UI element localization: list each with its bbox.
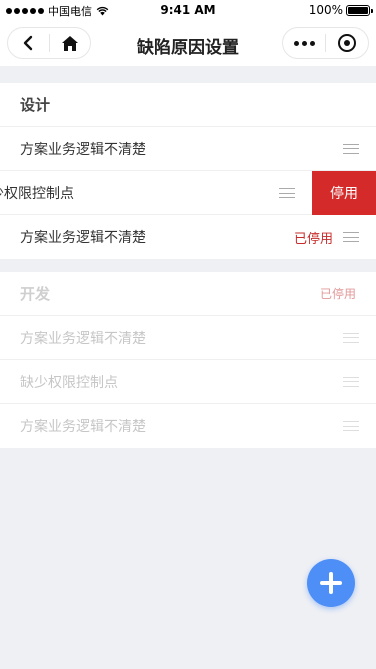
list-item[interactable]: 缺少权限控制点 [0,360,376,404]
item-right [343,376,359,387]
item-label: 方案业务逻辑不清楚 [20,141,146,158]
more-button[interactable] [283,28,325,58]
status-right: 100% [308,3,373,17]
nav-bar: 缺陷原因设置 [0,20,376,66]
item-right [343,332,359,343]
item-label: 缺少权限控制点 [20,374,118,391]
drag-handle-icon[interactable] [343,421,359,431]
drag-handle-icon[interactable] [343,232,359,242]
list-item-swiped[interactable]: 少权限控制点 停用 [0,171,376,215]
group-header: 开发 已停用 [0,272,376,316]
list-item[interactable]: 方案业务逻辑不清楚 [0,404,376,448]
battery-icon [346,4,373,16]
add-button[interactable] [307,559,355,607]
list-item[interactable]: 方案业务逻辑不清楚 [0,316,376,360]
item-right: 已停用 [294,228,359,247]
group-status: 已停用 [319,287,356,301]
item-right [343,421,359,431]
item-right [343,143,359,154]
group-design: 设计 方案业务逻辑不清楚 少权限控制点 停用 方案业务逻辑不清楚 已停用 [0,83,376,259]
close-button[interactable] [326,28,368,58]
swiped-content: 少权限控制点 [0,171,312,215]
more-icon [293,40,315,46]
item-label: 方案业务逻辑不清楚 [20,230,146,246]
group-title: 开发 [20,285,51,303]
drag-handle-icon[interactable] [343,332,359,343]
drag-handle-icon[interactable] [343,143,359,154]
item-label: 少权限控制点 [0,186,74,202]
disable-button[interactable]: 停用 [312,171,376,215]
list-item[interactable]: 方案业务逻辑不清楚 已停用 [0,215,376,259]
status-bar: 中国电信 9:41 AM 100% [0,0,376,20]
group-development: 开发 已停用 方案业务逻辑不清楚 缺少权限控制点 方案业务逻辑不清楚 [0,272,376,448]
item-label: 方案业务逻辑不清楚 [20,330,146,347]
list-item[interactable]: 方案业务逻辑不清楚 [0,127,376,171]
drag-handle-icon[interactable] [343,376,359,387]
item-label: 方案业务逻辑不清楚 [20,419,146,435]
drag-handle-icon[interactable] [279,188,295,198]
group-header: 设计 [0,83,376,127]
nav-capsule-right [282,27,369,59]
group-title: 设计 [20,96,51,114]
battery-percent: 100% [308,3,343,17]
target-icon [338,34,356,52]
disabled-badge: 已停用 [293,231,333,247]
